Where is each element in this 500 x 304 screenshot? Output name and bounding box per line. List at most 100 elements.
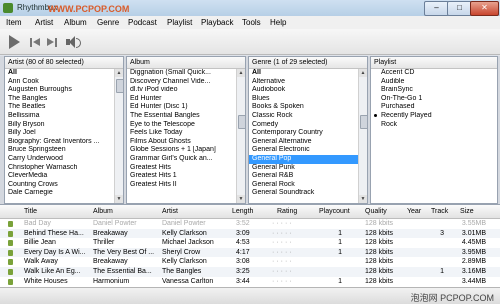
artist-item[interactable]: The Bangles: [5, 95, 114, 104]
genre-item[interactable]: General Soundtrack: [249, 189, 358, 198]
playlist-pane-header[interactable]: Playlist: [371, 57, 497, 69]
artist-pane-header[interactable]: Artist (80 of 80 selected): [5, 57, 123, 69]
album-item[interactable]: Greatest Hits: [127, 164, 236, 173]
playlist-item[interactable]: Purchased: [371, 103, 497, 112]
volume-icon[interactable]: [66, 36, 81, 48]
playlist-item[interactable]: On-The-Go 1: [371, 95, 497, 104]
playlist-item[interactable]: Accent CD: [371, 69, 497, 78]
genre-item[interactable]: Books & Spoken: [249, 103, 358, 112]
column-year[interactable]: Year: [407, 208, 421, 215]
column-track[interactable]: Track: [431, 208, 448, 215]
artist-item[interactable]: Bellissima: [5, 112, 114, 121]
rating-stars[interactable]: ·····: [272, 229, 312, 239]
genre-item[interactable]: General Pop: [249, 154, 358, 164]
cell-quality: 128 kbits: [365, 248, 394, 256]
rating-stars[interactable]: ·····: [272, 257, 312, 267]
column-album[interactable]: Album: [93, 208, 113, 215]
artist-item[interactable]: CleverMedia: [5, 172, 114, 181]
genre-item[interactable]: General Rock: [249, 181, 358, 190]
table-row[interactable]: Every Day Is A Wi... The Very Best Of ...…: [0, 247, 500, 258]
menu-item[interactable]: Item: [6, 18, 22, 27]
artist-item[interactable]: Christopher Warnasch: [5, 164, 114, 173]
artist-item[interactable]: Biography: Great Inventors ...: [5, 138, 114, 147]
playlist-item[interactable]: Rock: [371, 121, 497, 130]
album-item[interactable]: The Essential Bangles: [127, 112, 236, 121]
album-item[interactable]: Ed Hunter (Disc 1): [127, 103, 236, 112]
table-row[interactable]: White Houses Harmonium Vanessa Carlton 3:44…: [0, 277, 500, 287]
artist-item[interactable]: The Beatles: [5, 103, 114, 112]
rating-stars[interactable]: ·····: [272, 219, 312, 229]
menu-tools[interactable]: Tools: [242, 18, 261, 27]
maximize-button[interactable]: □: [447, 1, 472, 16]
album-item[interactable]: Grammar Girl's Quick an...: [127, 155, 236, 164]
album-item[interactable]: Globe Sessions + 1 [Japan]: [127, 146, 236, 155]
artist-item[interactable]: Billy Bryson: [5, 121, 114, 130]
artist-item[interactable]: Bruce Springsteen: [5, 146, 114, 155]
table-row[interactable]: Bad Day Daniel Powter Daniel Powter 3:52 128…: [0, 219, 500, 229]
column-length[interactable]: Length: [232, 208, 253, 215]
album-item[interactable]: Greatest Hits II: [127, 181, 236, 190]
column-rating[interactable]: Rating: [277, 208, 297, 215]
playlist-item[interactable]: Audible: [371, 78, 497, 87]
album-pane-header[interactable]: Album: [127, 57, 245, 69]
genre-item[interactable]: General R&B: [249, 172, 358, 181]
genre-item[interactable]: General Electronic: [249, 146, 358, 155]
genre-item[interactable]: Classic Rock: [249, 112, 358, 121]
column-playcount[interactable]: Playcount: [319, 208, 350, 215]
table-row[interactable]: Behind These Ha... Breakaway Kelly Clarkso…: [0, 228, 500, 239]
artist-item[interactable]: Billy Joel: [5, 129, 114, 138]
genre-item[interactable]: All: [249, 69, 358, 78]
album-item[interactable]: Diggnation (Small Quick...: [127, 69, 236, 78]
menu-artist[interactable]: Artist: [35, 18, 53, 27]
genre-item[interactable]: Blues: [249, 95, 358, 104]
album-item[interactable]: Films About Ghosts: [127, 138, 236, 147]
cell-length: 3:52: [236, 220, 250, 227]
table-row[interactable]: Walk Like An Eg... The Essential Ba... The…: [0, 267, 500, 277]
album-item[interactable]: Feels Like Today: [127, 129, 236, 138]
genre-item[interactable]: Audiobook: [249, 86, 358, 95]
playlist-item[interactable]: Recently Played: [371, 112, 497, 121]
menu-podcast[interactable]: Podcast: [128, 18, 157, 27]
menu-genre[interactable]: Genre: [97, 18, 119, 27]
rating-stars[interactable]: ·····: [272, 277, 312, 287]
menu-album[interactable]: Album: [64, 18, 87, 27]
menu-help[interactable]: Help: [270, 18, 286, 27]
genre-item[interactable]: Comedy: [249, 121, 358, 130]
column-size[interactable]: Size: [460, 208, 474, 215]
artist-item[interactable]: Ann Cook: [5, 78, 114, 87]
column-quality[interactable]: Quality: [365, 208, 387, 215]
artist-item[interactable]: Carry Underwood: [5, 155, 114, 164]
menu-playlist[interactable]: Playlist: [167, 18, 192, 27]
column-title[interactable]: Title: [24, 208, 37, 215]
genre-scrollbar[interactable]: ▲ ▼: [358, 69, 367, 203]
rating-stars[interactable]: ·····: [272, 267, 312, 277]
menu-playback[interactable]: Playback: [201, 18, 233, 27]
column-artist[interactable]: Artist: [162, 208, 178, 215]
play-icon[interactable]: [9, 35, 20, 49]
genre-item[interactable]: General Alternative: [249, 138, 358, 147]
table-row[interactable]: Walk Away Breakaway Kelly Clarkson 3:08 128 …: [0, 257, 500, 267]
close-button[interactable]: ✕: [470, 1, 499, 16]
album-item[interactable]: Greatest Hits 1: [127, 172, 236, 181]
album-scrollbar[interactable]: ▲ ▼: [236, 69, 245, 203]
album-item[interactable]: Eye to the Telescope: [127, 121, 236, 130]
genre-pane-header[interactable]: Genre (1 of 29 selected): [249, 57, 367, 69]
artist-item[interactable]: Dale Carnegie: [5, 189, 114, 198]
next-icon[interactable]: [47, 38, 61, 47]
album-item[interactable]: Discovery Channel Vide...: [127, 78, 236, 87]
genre-item[interactable]: General Punk: [249, 164, 358, 173]
artist-scrollbar[interactable]: ▲ ▼: [114, 69, 123, 203]
genre-item[interactable]: Contemporary Country: [249, 129, 358, 138]
minimize-button[interactable]: –: [424, 1, 449, 16]
rating-stars[interactable]: ·····: [272, 238, 312, 248]
artist-item[interactable]: All: [5, 69, 114, 78]
table-row[interactable]: Billie Jean Thriller Michael Jackson 4:53 1 1…: [0, 238, 500, 248]
genre-item[interactable]: Alternative: [249, 78, 358, 87]
album-item[interactable]: Ed Hunter: [127, 95, 236, 104]
artist-item[interactable]: Augusten Burroughs: [5, 86, 114, 95]
artist-item[interactable]: Counting Crows: [5, 181, 114, 190]
album-item[interactable]: dl.tv iPod video: [127, 86, 236, 95]
playlist-item[interactable]: BrainSync: [371, 86, 497, 95]
previous-icon[interactable]: [30, 38, 43, 47]
rating-stars[interactable]: ·····: [272, 248, 312, 258]
